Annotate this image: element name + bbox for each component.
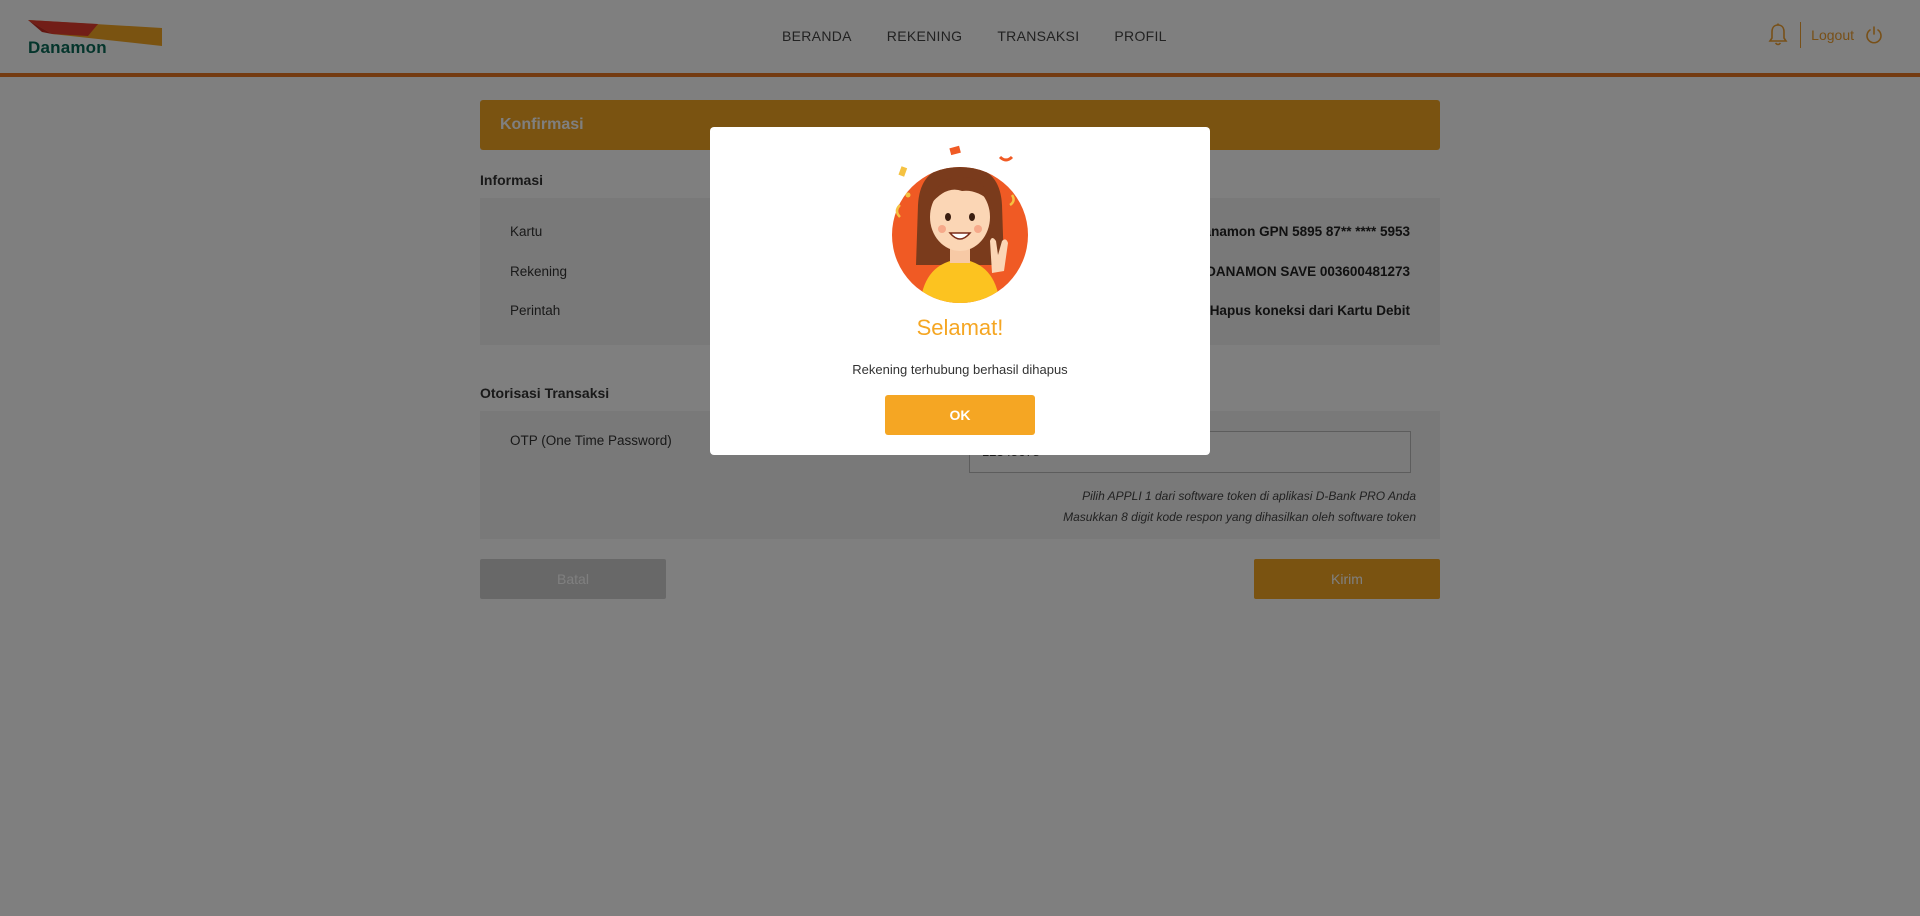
modal-title: Selamat! bbox=[916, 315, 1004, 340]
ok-button[interactable]: OK bbox=[885, 395, 1035, 435]
modal-message: Rekening terhubung berhasil dihapus bbox=[852, 362, 1068, 377]
success-modal: Selamat! Rekening terhubung berhasil dih… bbox=[710, 127, 1210, 455]
celebration-illustration bbox=[880, 145, 1040, 305]
